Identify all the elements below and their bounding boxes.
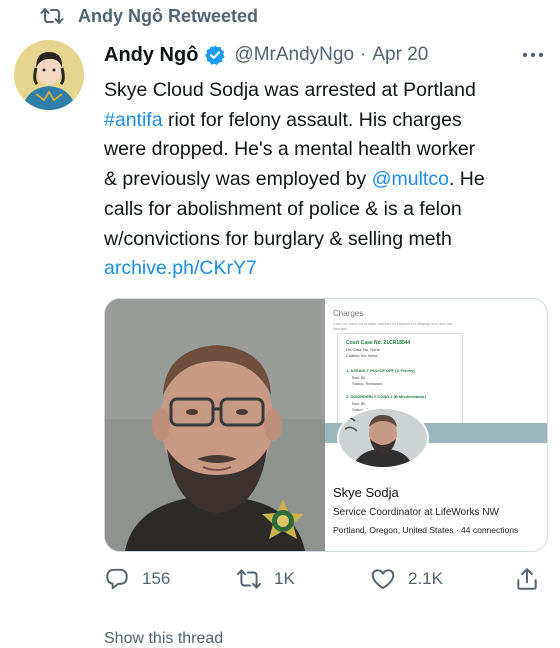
charge-1: 1. ASSAULT POLICE OFF (C Felony) [346,368,415,373]
tweet-text-segment: Skye Cloud Sodja was arrested at Portlan… [104,79,476,101]
retweet-icon [40,8,64,24]
tweet-text-segment: w/convictions for burglary & selling met… [104,227,452,250]
charge-1-bail: Bail: $0 [352,375,366,380]
media-card[interactable]: Charges Click on each court case number … [104,298,548,552]
reply-button[interactable]: 156 [104,566,170,592]
hashtag-link[interactable]: #antifa [104,109,163,131]
retweet-icon [236,569,262,589]
tweet-line: & previously was employed by @multco. He [104,165,550,195]
charges-subtitle: Click on each court case number to expan… [333,321,453,331]
tweet-text-segment: riot for felony assault. His charges [162,108,462,131]
tweet-text-segment: calls for abolishment of police & is a f… [104,197,462,220]
author-name[interactable]: Andy Ngô [104,44,198,67]
profile-photo [337,407,429,469]
tweet-line: w/convictions for burglary & selling met… [104,225,550,255]
tweet-line: Skye Cloud Sodja was arrested at Portlan… [104,76,550,106]
tweet-text-segment: & previously was employed by [104,168,372,191]
tweet-line: calls for abolishment of police & is a f… [104,195,550,225]
reply-count: 156 [142,569,171,588]
share-icon [517,568,537,590]
share-button[interactable] [514,566,552,592]
da-case-number: DA Case No: None [346,347,380,352]
heart-icon [371,569,395,590]
court-case-number: Court Case No. 21CR18544 [346,340,411,346]
author-handle[interactable]: @MrAndyNgo [234,44,354,66]
profile-role: Service Coordinator at LifeWorks NW [333,507,499,518]
mugshot-photo[interactable] [105,299,325,551]
show-thread-link[interactable]: Show this thread [104,630,223,648]
retweeted-by-row[interactable]: Andy Ngô Retweeted [40,4,258,28]
like-count: 2.1K [408,569,443,588]
like-button[interactable]: 2.1K [370,566,443,592]
tweet-actions: 156 1K 2.1K [104,566,554,596]
tweet-text: Skye Cloud Sodja was arrested at Portlan… [104,76,550,284]
tweet-text-segment: were dropped. He's a mental health worke… [104,138,476,161]
profile-image [339,409,427,467]
citation-number: Citation No: None [346,353,378,358]
retweeted-by-label: Andy Ngô Retweeted [78,5,259,26]
charge-1-status: Status: Released [352,381,383,386]
charge-2: 2. DISORDERLY COND 2 (B Misdemeanor) [346,394,427,399]
header-separator: · [360,44,367,65]
tweet-line: were dropped. He's a mental health worke… [104,135,550,165]
avatar-image [14,40,84,110]
retweet-count: 1K [274,569,295,588]
tweet-line: #antifa riot for felony assault. His cha… [104,106,550,136]
charges-title: Charges [333,309,364,318]
tweet-line: archive.ph/CKrY7 [104,254,550,284]
profile-location: Portland, Oregon, United States · 44 con… [333,525,519,535]
profile-name: Skye Sodja [333,485,399,500]
verified-badge-icon [205,45,226,65]
more-icon[interactable] [520,42,546,68]
url-link[interactable]: archive.ph/CKrY7 [104,257,257,279]
records-panel: Charges Click on each court case number … [325,299,547,551]
retweet-button[interactable]: 1K [236,566,295,592]
tweet-header: Andy Ngô @MrAndyNgo · Apr 20 [104,40,550,70]
tweet-date[interactable]: Apr 20 [372,44,428,66]
avatar[interactable] [14,40,84,110]
mention-link[interactable]: @multco [372,168,449,190]
mugshot-image [105,299,325,551]
charge-2-bail: Bail: $0 [352,401,366,406]
reply-icon [106,568,128,590]
tweet-text-segment: . He [448,168,485,191]
